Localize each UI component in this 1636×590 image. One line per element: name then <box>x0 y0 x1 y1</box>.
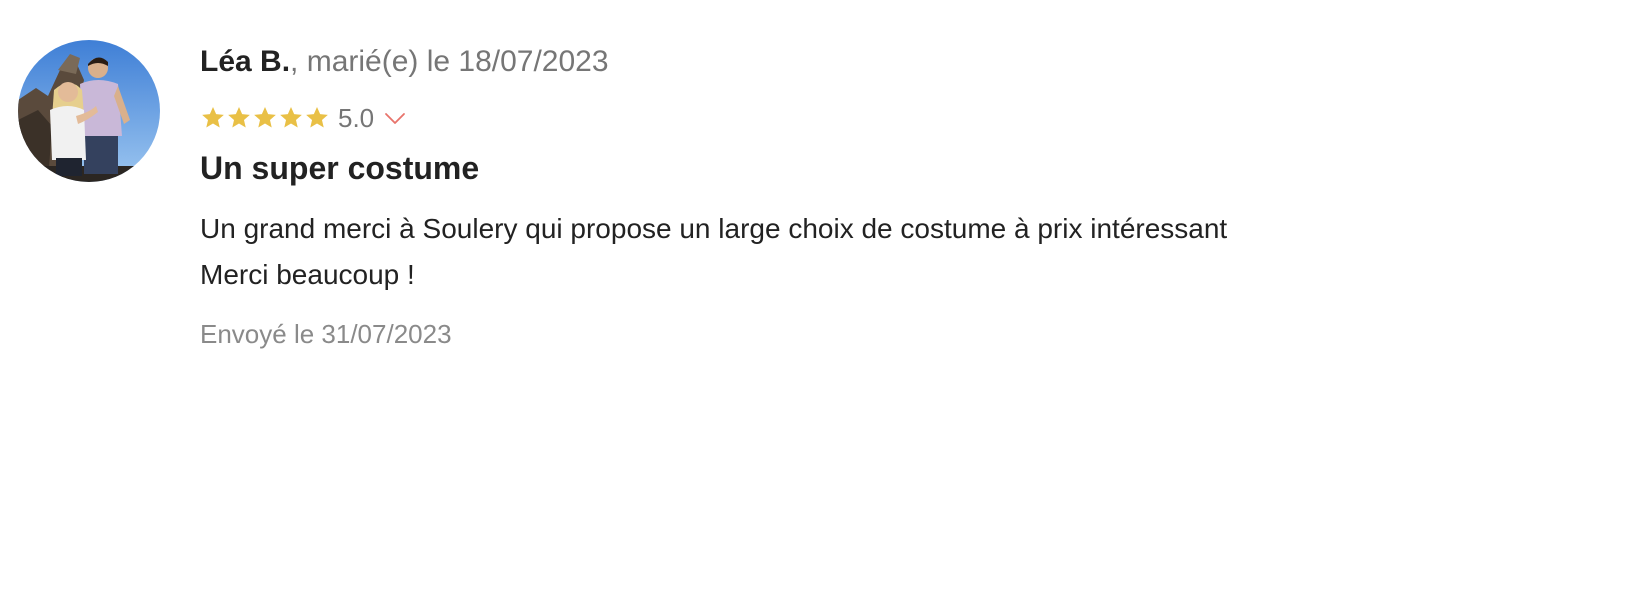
star-icon <box>280 106 302 128</box>
author-separator: , <box>290 45 307 78</box>
review-body: Un grand merci à Soulery qui propose un … <box>200 206 1227 298</box>
rating-row: 5.0 <box>200 102 406 134</box>
reviewer-name: Léa B. <box>200 45 291 78</box>
review-sent-date: Envoyé le 31/07/2023 <box>200 319 452 349</box>
avatar-photo <box>18 40 160 182</box>
review-body-line: Merci beaucoup ! <box>200 259 415 290</box>
star-icon <box>202 106 224 128</box>
chevron-down-icon[interactable] <box>384 107 406 129</box>
review-body-line: Un grand merci à Soulery qui propose un … <box>200 213 1228 244</box>
star-icon <box>228 106 250 128</box>
wedding-date: marié(e) le 18/07/2023 <box>306 45 609 78</box>
star-icon <box>306 106 328 128</box>
reviewer-avatar[interactable] <box>18 40 160 182</box>
review-author-line: Léa B., marié(e) le 18/07/2023 <box>200 44 609 80</box>
rating-value: 5.0 <box>338 103 375 133</box>
star-rating <box>200 105 330 131</box>
star-icon <box>254 106 276 128</box>
review-title: Un super costume <box>200 150 480 186</box>
